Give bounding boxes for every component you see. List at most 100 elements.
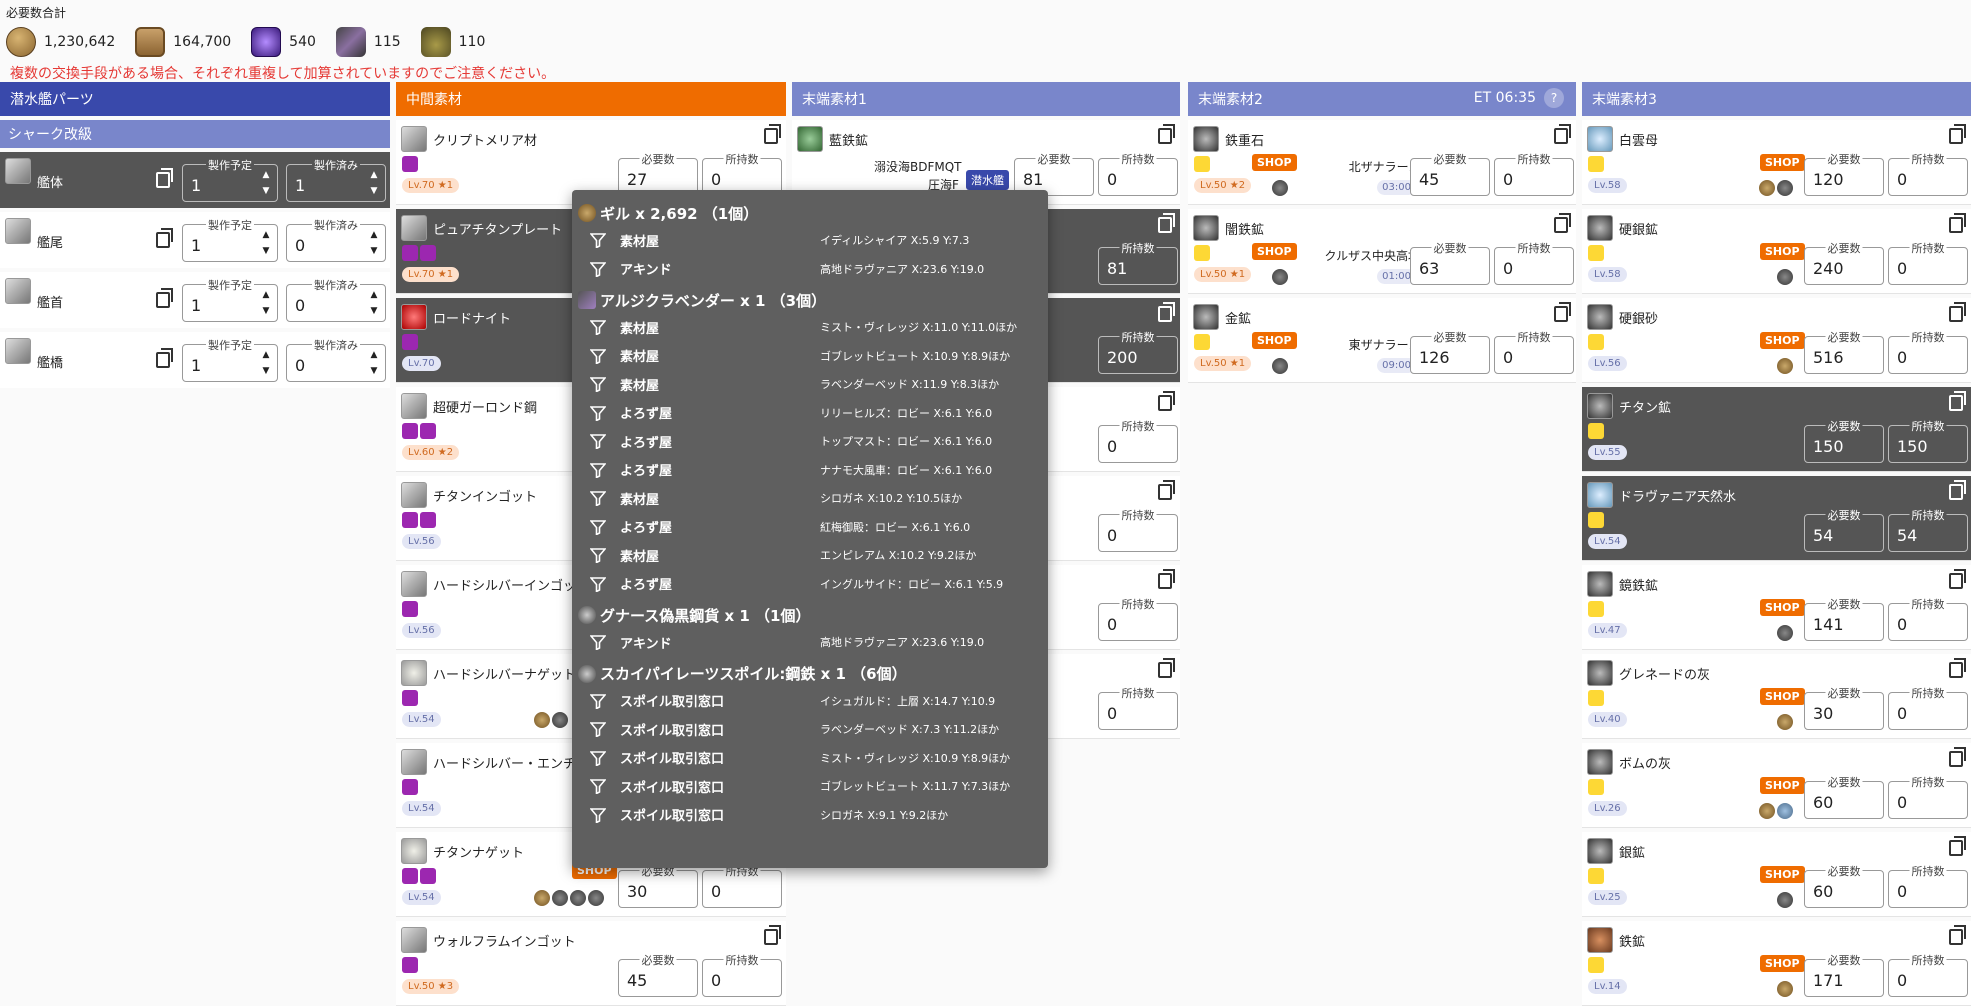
copy-icon[interactable] xyxy=(1554,124,1571,144)
number-field[interactable]: 必要数 60 xyxy=(1804,774,1884,819)
stepper-icon[interactable]: ▲ ▼ xyxy=(367,167,381,199)
number-field[interactable]: 製作予定 1 ▲ ▼ xyxy=(182,217,278,262)
filter-icon[interactable] xyxy=(590,232,606,249)
number-field[interactable]: 製作済み 1 ▲ ▼ xyxy=(286,157,386,202)
tooltip-source-row[interactable]: よろず屋 イングルサイド：ロビー X:6.1 Y:5.9 xyxy=(572,570,1048,599)
tooltip-source-row[interactable]: よろず屋 紅梅御殿：ロビー X:6.1 Y:6.0 xyxy=(572,513,1048,542)
stepper-icon[interactable]: ▲ ▼ xyxy=(259,227,273,259)
copy-icon[interactable] xyxy=(1949,569,1966,589)
tooltip-source-row[interactable]: スポイル取引窓口 イシュガルド：上層 X:14.7 Y:10.9 xyxy=(572,687,1048,716)
filter-icon[interactable] xyxy=(590,807,606,823)
copy-icon[interactable] xyxy=(1158,480,1175,500)
tooltip-source-row[interactable]: 素材屋 ミスト・ヴィレッジ X:11.0 Y:11.0ほか xyxy=(572,313,1048,342)
filter-icon[interactable] xyxy=(590,693,606,709)
copy-icon[interactable] xyxy=(1949,302,1966,322)
number-field[interactable]: 所持数 0 xyxy=(1494,329,1574,374)
number-field[interactable]: 必要数 30 xyxy=(618,863,698,908)
copy-icon[interactable] xyxy=(1949,213,1966,233)
number-field[interactable]: 所持数 0 xyxy=(1888,596,1968,641)
number-field[interactable]: 必要数 126 xyxy=(1410,329,1490,374)
number-field[interactable]: 所持数 0 xyxy=(1888,151,1968,196)
filter-icon[interactable] xyxy=(590,576,606,592)
copy-icon[interactable] xyxy=(156,228,173,248)
tooltip-source-row[interactable]: 素材屋 ゴブレットビュート X:10.9 Y:8.9ほか xyxy=(572,342,1048,371)
copy-icon[interactable] xyxy=(1949,836,1966,856)
number-field[interactable]: 所持数 0 xyxy=(1098,151,1178,196)
number-field[interactable]: 製作済み 0 ▲ ▼ xyxy=(286,277,386,322)
number-field[interactable]: 所持数 0 xyxy=(1098,507,1178,552)
filter-icon[interactable] xyxy=(590,778,606,795)
filter-icon[interactable] xyxy=(590,750,606,766)
tooltip-source-row[interactable]: 素材屋 イディルシャイア X:5.9 Y:7.3 xyxy=(572,226,1048,255)
number-field[interactable]: 所持数 0 xyxy=(1888,685,1968,730)
tooltip-source-row[interactable]: スポイル取引窓口 ゴブレットビュート X:11.7 Y:7.3ほか xyxy=(572,772,1048,801)
number-field[interactable]: 所持数 0 xyxy=(1888,240,1968,285)
tooltip-source-row[interactable]: よろず屋 ナナモ大風車：ロビー X:6.1 Y:6.0 xyxy=(572,456,1048,485)
filter-icon[interactable] xyxy=(590,721,606,738)
tooltip-source-row[interactable]: スポイル取引窓口 ミスト・ヴィレッジ X:10.9 Y:8.9ほか xyxy=(572,744,1048,773)
copy-icon[interactable] xyxy=(1554,302,1571,322)
number-field[interactable]: 製作済み 0 ▲ ▼ xyxy=(286,337,386,382)
copy-icon[interactable] xyxy=(1949,925,1966,945)
number-field[interactable]: 必要数 45 xyxy=(1410,151,1490,196)
number-field[interactable]: 必要数 240 xyxy=(1804,240,1884,285)
number-field[interactable]: 必要数 171 xyxy=(1804,952,1884,997)
stepper-icon[interactable]: ▲ ▼ xyxy=(259,347,273,379)
number-field[interactable]: 所持数 0 xyxy=(1888,774,1968,819)
copy-icon[interactable] xyxy=(1158,569,1175,589)
tooltip-source-row[interactable]: よろず屋 トップマスト：ロビー X:6.1 Y:6.0 xyxy=(572,427,1048,456)
tooltip-source-row[interactable]: 素材屋 ラベンダーベッド X:11.9 Y:8.3ほか xyxy=(572,370,1048,399)
copy-icon[interactable] xyxy=(1158,124,1175,144)
filter-icon[interactable] xyxy=(590,547,606,564)
number-field[interactable]: 所持数 0 xyxy=(1494,151,1574,196)
filter-icon[interactable] xyxy=(590,519,606,535)
copy-icon[interactable] xyxy=(1949,391,1966,411)
number-field[interactable]: 所持数 0 xyxy=(1888,329,1968,374)
filter-icon[interactable] xyxy=(590,405,606,421)
number-field[interactable]: 必要数 120 xyxy=(1804,151,1884,196)
number-field[interactable]: 製作予定 1 ▲ ▼ xyxy=(182,157,278,202)
number-field[interactable]: 必要数 60 xyxy=(1804,863,1884,908)
copy-icon[interactable] xyxy=(1949,747,1966,767)
number-field[interactable]: 所持数 0 xyxy=(1888,952,1968,997)
copy-icon[interactable] xyxy=(156,168,173,188)
number-field[interactable]: 所持数 0 xyxy=(702,863,782,908)
filter-icon[interactable] xyxy=(590,490,606,507)
tooltip-source-row[interactable]: よろず屋 リリーヒルズ：ロビー X:6.1 Y:6.0 xyxy=(572,399,1048,428)
copy-icon[interactable] xyxy=(1554,213,1571,233)
number-field[interactable]: 必要数 54 xyxy=(1804,507,1884,552)
tooltip-source-row[interactable]: アキンド 高地ドラヴァニア X:23.6 Y:19.0 xyxy=(572,255,1048,284)
filter-icon[interactable] xyxy=(590,261,606,277)
filter-icon[interactable] xyxy=(590,319,606,336)
tooltip-source-row[interactable]: アキンド 高地ドラヴァニア X:23.6 Y:19.0 xyxy=(572,628,1048,657)
stepper-icon[interactable]: ▲ ▼ xyxy=(367,347,381,379)
number-field[interactable]: 所持数 0 xyxy=(702,952,782,997)
number-field[interactable]: 所持数 0 xyxy=(1888,863,1968,908)
copy-icon[interactable] xyxy=(1949,480,1966,500)
number-field[interactable]: 必要数 63 xyxy=(1410,240,1490,285)
stepper-icon[interactable]: ▲ ▼ xyxy=(367,227,381,259)
help-icon[interactable]: ? xyxy=(1544,88,1564,108)
number-field[interactable]: 所持数 0 xyxy=(1098,685,1178,730)
number-field[interactable]: 所持数 0 xyxy=(1098,418,1178,463)
copy-icon[interactable] xyxy=(1158,658,1175,678)
copy-icon[interactable] xyxy=(156,348,173,368)
copy-icon[interactable] xyxy=(1158,213,1175,233)
tooltip-source-row[interactable]: 素材屋 エンピレアム X:10.2 Y:9.2ほか xyxy=(572,541,1048,570)
copy-icon[interactable] xyxy=(764,124,781,144)
tooltip-source-row[interactable]: スポイル取引窓口 ラベンダーベッド X:7.3 Y:11.2ほか xyxy=(572,715,1048,744)
number-field[interactable]: 必要数 516 xyxy=(1804,329,1884,374)
number-field[interactable]: 所持数 150 xyxy=(1888,418,1968,463)
number-field[interactable]: 所持数 200 xyxy=(1098,329,1178,374)
copy-icon[interactable] xyxy=(156,288,173,308)
stepper-icon[interactable]: ▲ ▼ xyxy=(259,287,273,319)
filter-icon[interactable] xyxy=(590,634,606,651)
copy-icon[interactable] xyxy=(764,925,781,945)
number-field[interactable]: 所持数 54 xyxy=(1888,507,1968,552)
stepper-icon[interactable]: ▲ ▼ xyxy=(259,167,273,199)
tooltip-source-row[interactable]: 素材屋 シロガネ X:10.2 Y:10.5ほか xyxy=(572,484,1048,513)
number-field[interactable]: 必要数 141 xyxy=(1804,596,1884,641)
number-field[interactable]: 製作予定 1 ▲ ▼ xyxy=(182,277,278,322)
tooltip-source-row[interactable]: スポイル取引窓口 シロガネ X:9.1 Y:9.2ほか xyxy=(572,801,1048,830)
filter-icon[interactable] xyxy=(590,348,606,364)
